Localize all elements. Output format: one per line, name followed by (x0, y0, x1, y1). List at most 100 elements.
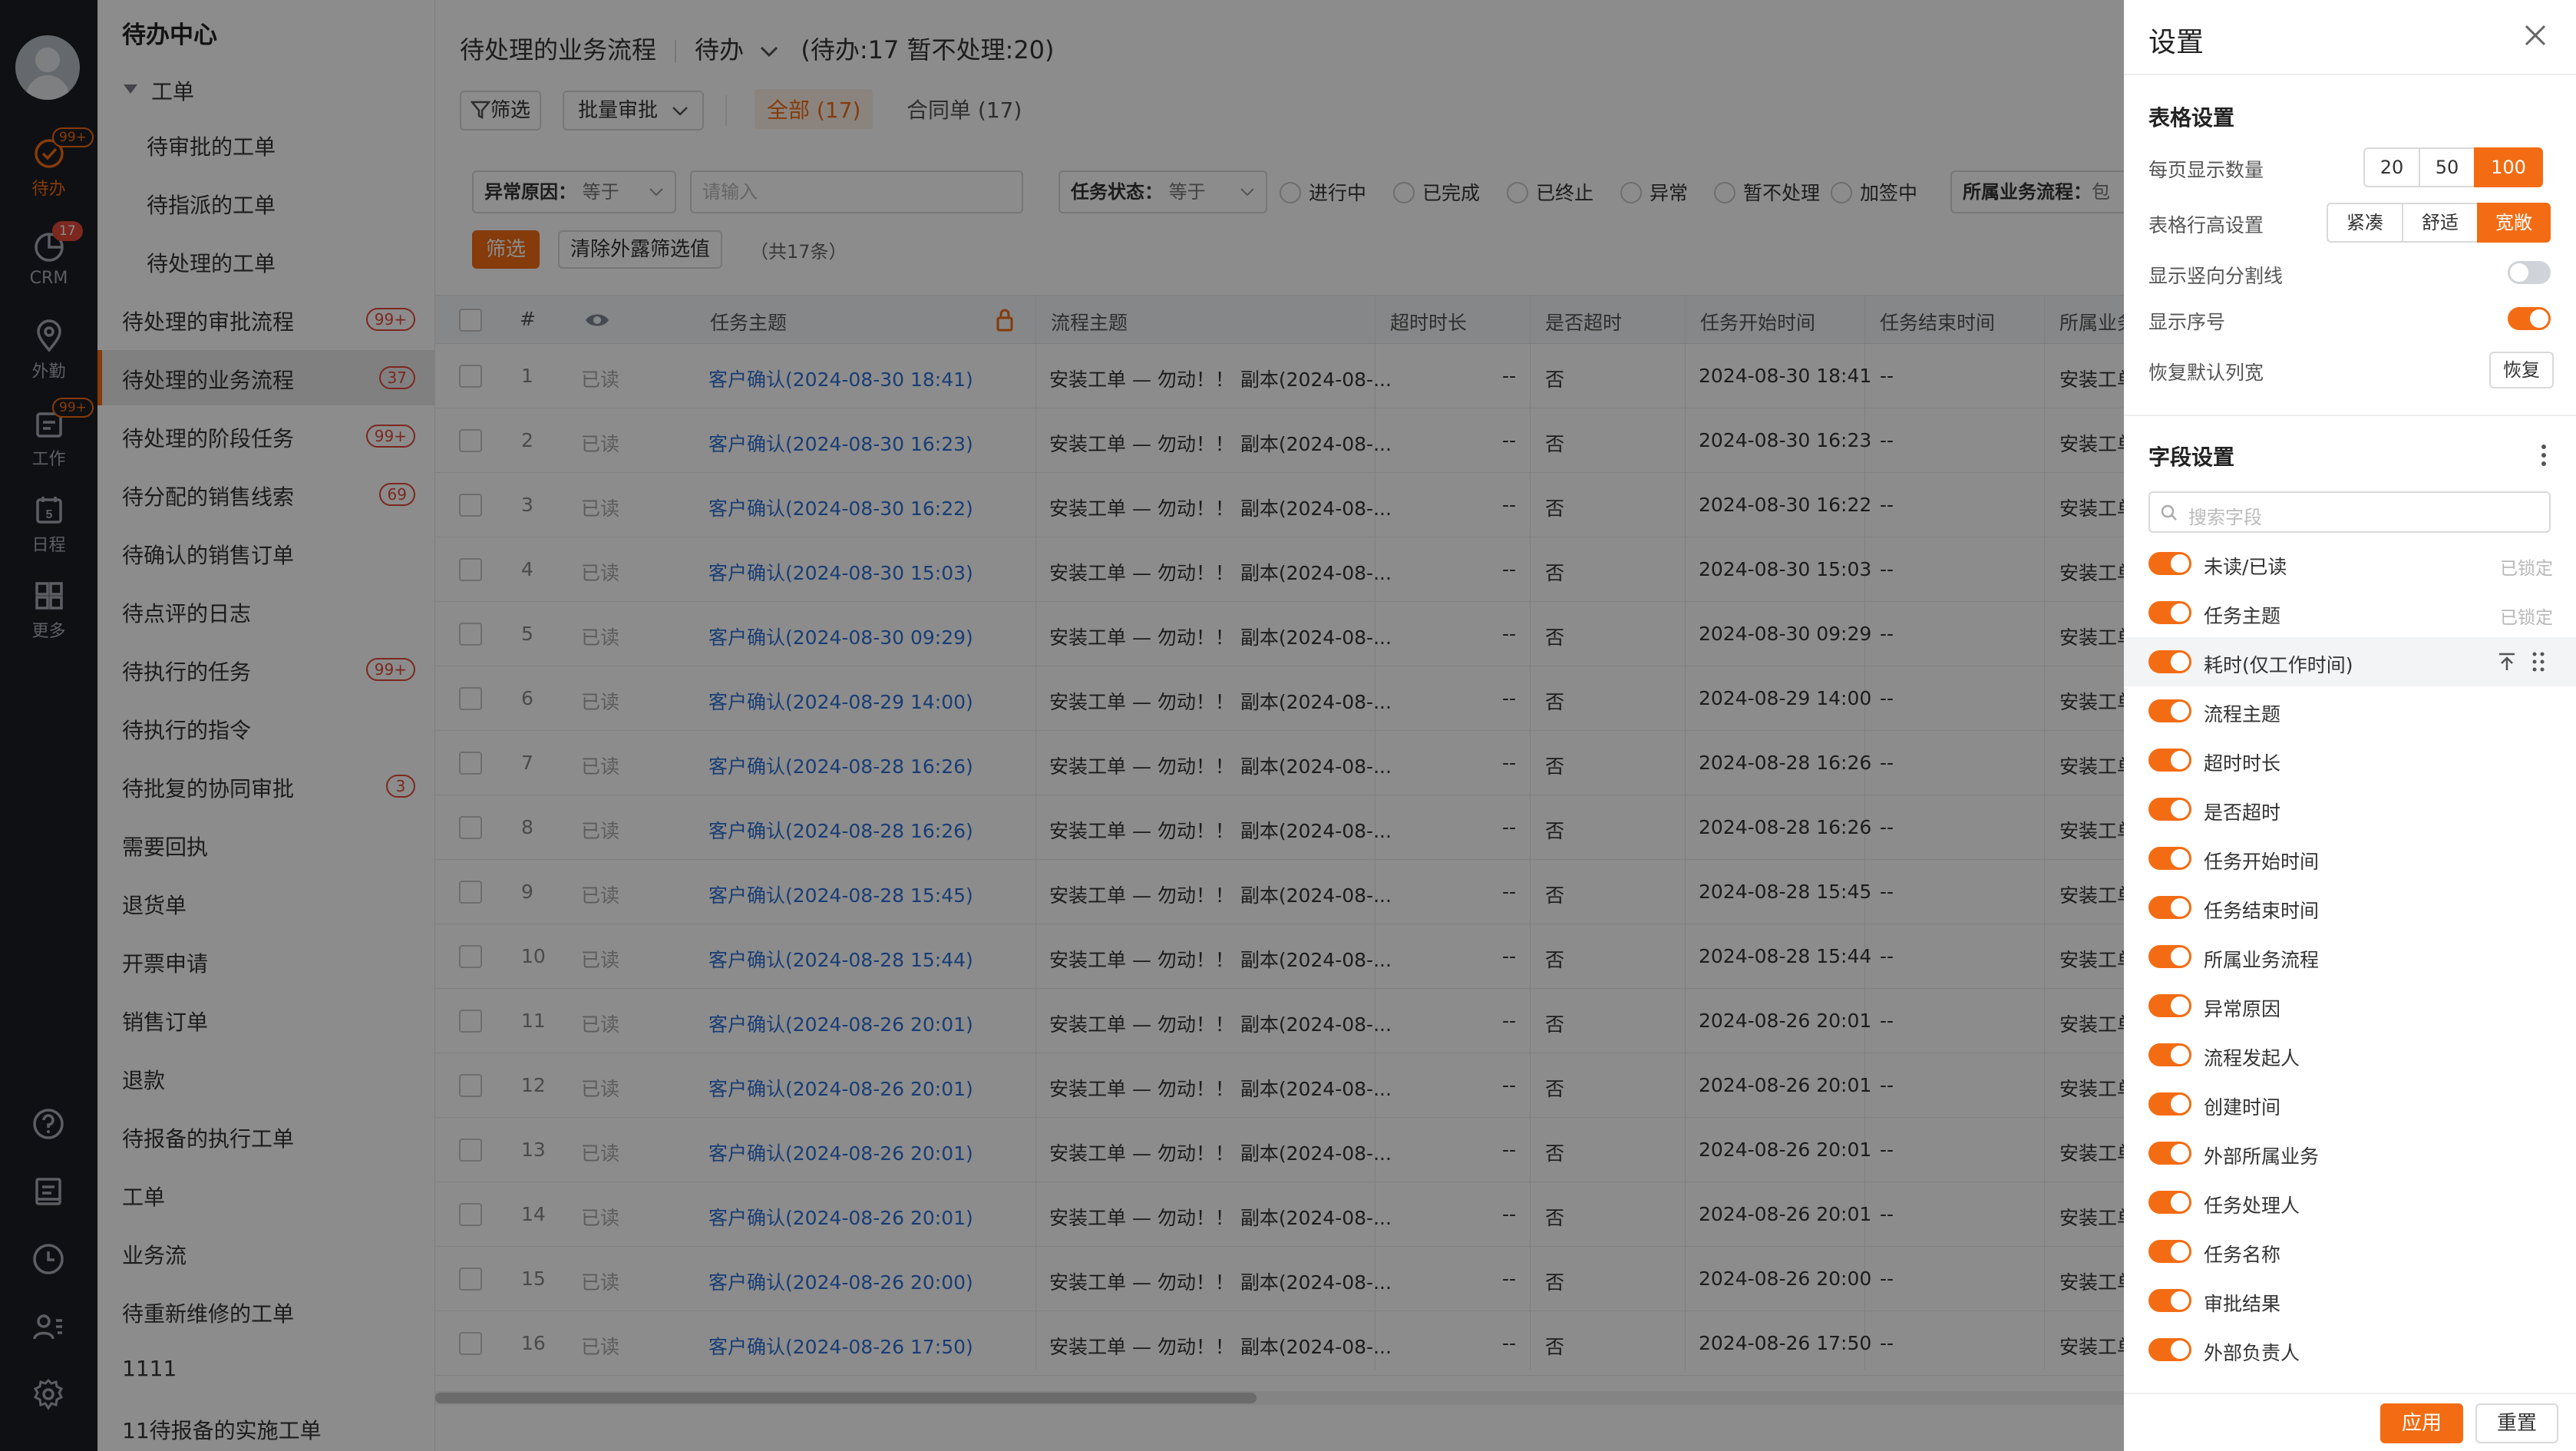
task-link[interactable]: 客户确认(2024-08-26 20:01) (708, 1203, 973, 1231)
rail-item-todo[interactable]: 99+ 待办 (0, 127, 97, 210)
field-row[interactable]: 审批结果 (2124, 1276, 2576, 1325)
help-icon[interactable] (30, 1106, 67, 1142)
field-toggle[interactable] (2148, 699, 2191, 722)
field-toggle[interactable] (2148, 601, 2191, 624)
rail-item-schedule[interactable]: 5 日程 (0, 493, 97, 567)
drag-handle-icon[interactable] (2531, 651, 2546, 673)
rail-item-field[interactable]: 外勤 (0, 319, 97, 393)
col-flow[interactable]: 流程主题 (1051, 308, 1128, 335)
col-overtime[interactable]: 超时时长 (1390, 308, 1467, 335)
field-row[interactable]: 未读/已读 已锁定 (2124, 539, 2576, 588)
task-link[interactable]: 客户确认(2024-08-29 14:00) (708, 687, 973, 715)
field-toggle[interactable] (2148, 1338, 2191, 1361)
pin-top-icon[interactable] (2497, 652, 2517, 672)
field-row[interactable]: 是否超时 (2124, 785, 2576, 834)
task-link[interactable]: 客户确认(2024-08-30 15:03) (708, 558, 973, 586)
field-row[interactable]: 耗时(仅工作时间) (2124, 637, 2576, 686)
sidebar-item[interactable]: 待审批的工单 (97, 117, 435, 172)
sidebar-item[interactable]: 待处理的审批流程 99+ (97, 292, 435, 347)
filter-button[interactable]: 筛选 (460, 91, 542, 131)
field-toggle[interactable] (2148, 798, 2191, 821)
sidebar-item[interactable]: 待执行的任务 99+ (97, 642, 435, 697)
page-size-option[interactable]: 50 (2419, 147, 2475, 187)
field-toggle[interactable] (2148, 945, 2191, 968)
sidebar-item[interactable]: 待分配的销售线索 69 (97, 467, 435, 522)
row-checkbox[interactable] (459, 1268, 482, 1291)
rail-item-more[interactable]: 更多 (0, 579, 97, 653)
row-checkbox[interactable] (459, 494, 482, 517)
task-link[interactable]: 客户确认(2024-08-30 16:23) (708, 429, 973, 457)
reset-button[interactable]: 重置 (2475, 1403, 2559, 1443)
batch-approve-button[interactable]: 批量审批 (563, 91, 705, 131)
sidebar-item[interactable]: 待报备的执行工单 (97, 1109, 435, 1164)
eye-icon[interactable] (584, 311, 610, 329)
field-toggle[interactable] (2148, 552, 2191, 575)
note-icon[interactable] (30, 1173, 67, 1210)
row-checkbox[interactable] (459, 752, 482, 775)
status-radio[interactable]: 异常 (1620, 178, 1688, 206)
sidebar-item[interactable]: 待执行的指令 (97, 700, 435, 755)
field-toggle[interactable] (2148, 847, 2191, 870)
field-row[interactable]: 异常原因 (2124, 981, 2576, 1030)
row-checkbox[interactable] (459, 1074, 482, 1097)
sidebar-item[interactable]: 需要回执 (97, 817, 435, 872)
field-toggle[interactable] (2148, 650, 2191, 673)
sidebar-item[interactable]: 待处理的阶段任务 99+ (97, 408, 435, 464)
settings-icon[interactable] (30, 1376, 67, 1413)
field-toggle[interactable] (2148, 896, 2191, 919)
apply-button[interactable]: 应用 (2380, 1403, 2464, 1443)
status-radio[interactable]: 已完成 (1393, 178, 1480, 206)
sidebar-group-workorder[interactable]: 工单 (97, 61, 435, 117)
sidebar-item[interactable]: 待点评的日志 (97, 583, 435, 639)
field-toggle[interactable] (2148, 749, 2191, 772)
status-radio[interactable]: 暂不处理 (1714, 178, 1820, 206)
sidebar-item[interactable]: 开票申请 (97, 934, 435, 989)
process-filter[interactable]: 所属业务流程：包 (1950, 170, 2150, 213)
field-search-input[interactable]: 搜索字段 (2148, 491, 2551, 533)
field-row[interactable]: 任务结束时间 (2124, 883, 2576, 932)
sidebar-item[interactable]: 待处理的业务流程 37 (97, 350, 435, 405)
field-row[interactable]: 任务处理人 (2124, 1178, 2576, 1227)
col-task[interactable]: 任务主题 (710, 308, 787, 335)
view-select[interactable]: 待办 (695, 35, 779, 64)
field-toggle[interactable] (2148, 1142, 2191, 1165)
field-toggle[interactable] (2148, 1289, 2191, 1312)
select-all-checkbox[interactable] (459, 309, 482, 332)
col-is-overtime[interactable]: 是否超时 (1545, 308, 1622, 335)
sidebar-item[interactable]: 业务流 (97, 1225, 435, 1281)
task-link[interactable]: 客户确认(2024-08-26 20:01) (708, 1139, 973, 1166)
close-icon[interactable] (2520, 20, 2551, 51)
row-checkbox[interactable] (459, 1203, 482, 1226)
row-checkbox[interactable] (459, 558, 482, 581)
field-row[interactable]: 外部负责人 (2124, 1325, 2576, 1374)
field-row[interactable]: 流程发起人 (2124, 1030, 2576, 1079)
col-start[interactable]: 任务开始时间 (1700, 308, 1815, 335)
serial-toggle[interactable] (2508, 307, 2551, 330)
sidebar-item[interactable]: 待批复的协同审批 3 (97, 759, 435, 814)
task-link[interactable]: 客户确认(2024-08-26 17:50) (708, 1332, 973, 1360)
row-checkbox[interactable] (459, 623, 482, 646)
status-filter[interactable]: 任务状态： 等于 (1058, 170, 1267, 213)
task-link[interactable]: 客户确认(2024-08-26 20:01) (708, 1010, 973, 1037)
task-link[interactable]: 客户确认(2024-08-28 15:44) (708, 945, 973, 973)
sidebar-item[interactable]: 11待报备的实施工单 (97, 1400, 435, 1451)
task-link[interactable]: 客户确认(2024-08-30 16:22) (708, 494, 973, 521)
sidebar-item[interactable]: 待重新维修的工单 (97, 1284, 435, 1339)
field-toggle[interactable] (2148, 1191, 2191, 1214)
task-link[interactable]: 客户确认(2024-08-26 20:01) (708, 1074, 973, 1102)
row-height-option[interactable]: 紧凑 (2327, 203, 2403, 243)
row-checkbox[interactable] (459, 881, 482, 904)
field-toggle[interactable] (2148, 1240, 2191, 1263)
field-toggle[interactable] (2148, 1043, 2191, 1066)
sidebar-item[interactable]: 退货单 (97, 875, 435, 930)
status-radio[interactable]: 进行中 (1280, 178, 1366, 206)
row-checkbox[interactable] (459, 429, 482, 452)
rail-item-crm[interactable]: 17 CRM (0, 221, 97, 304)
tab-contract[interactable]: 合同单 (17) (907, 94, 1022, 124)
field-row[interactable]: 创建时间 (2124, 1079, 2576, 1129)
task-link[interactable]: 客户确认(2024-08-30 09:29) (708, 623, 973, 650)
task-link[interactable]: 客户确认(2024-08-28 16:26) (708, 752, 973, 779)
row-height-option[interactable]: 舒适 (2402, 203, 2479, 243)
sidebar-item[interactable]: 待处理的工单 (97, 233, 435, 289)
status-radio[interactable]: 加签中 (1831, 178, 1917, 206)
